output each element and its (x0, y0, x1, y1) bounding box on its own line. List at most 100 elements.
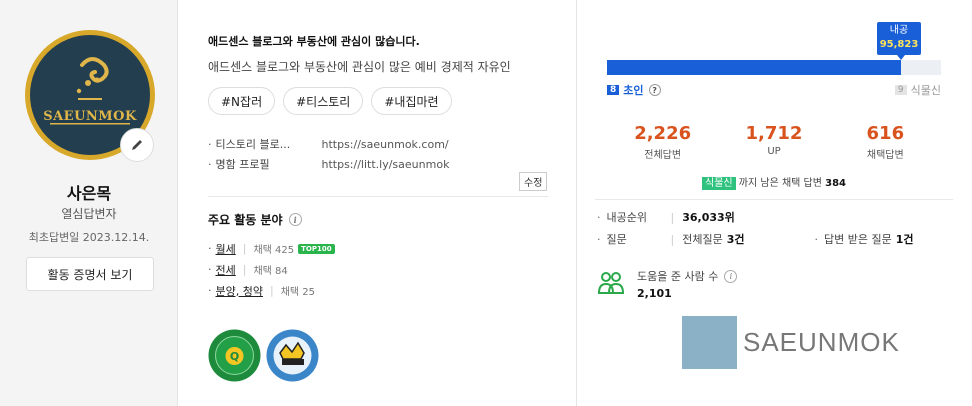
next-level-tag: 식물신 (702, 177, 736, 190)
answered-questions-value: 1건 (895, 233, 914, 246)
link-row: · 명함 프로필 https://litt.ly/saeunmok (208, 154, 449, 174)
helped-label-row: 도움을 준 사람 수 i (637, 268, 738, 284)
area-item: · 전세 | 채택 84 (208, 259, 335, 280)
bullet: · (597, 210, 601, 224)
people-icon (597, 272, 625, 294)
main-areas-title: 주요 활동 분야 i (208, 211, 302, 228)
edit-intro-button[interactable]: 수정 (519, 172, 548, 191)
bubble-label: 내공 (889, 25, 909, 36)
solutionist-badge-icon[interactable] (266, 329, 319, 382)
area-name[interactable]: 월세 (216, 241, 236, 257)
bullet: · (208, 263, 212, 276)
next-level: 9 식물신 (894, 82, 941, 98)
divider (208, 196, 548, 197)
help-icon[interactable]: ? (648, 84, 661, 96)
svg-text:Q: Q (230, 350, 239, 363)
current-level-num: 8 (607, 85, 620, 95)
intro-description: 애드센스 블로그와 부동산에 관심이 많은 예비 경제적 자유인 (208, 60, 511, 74)
bullet: · (208, 137, 212, 151)
stat-up: 1,712 UP (718, 123, 829, 161)
question-label: 질문 (606, 233, 627, 246)
helped-count: 2,101 (637, 287, 672, 300)
area-item: · 월세 | 채택 425 TOP100 (208, 238, 335, 259)
separator: | (670, 210, 675, 224)
question-row: · 질문 | 전체질문 3건 · 답변 받은 질문 1건 (597, 228, 913, 250)
bullet: · (208, 284, 212, 297)
remaining-text: 까지 남은 채택 답변 (738, 178, 822, 189)
activity-certificate-button[interactable]: 활동 증명서 보기 (26, 257, 154, 291)
watermark-logo-icon (682, 316, 737, 369)
link-row: · 티스토리 블로... https://saeunmok.com/ (208, 134, 449, 154)
current-level-name: 초인 (623, 84, 644, 97)
all-questions-label: 전체질문 (682, 233, 723, 246)
info-icon[interactable]: i (288, 213, 302, 226)
answered-questions-label: 답변 받은 질문 (823, 233, 892, 246)
tag-list: #N잡러 #티스토리 #내집마련 (208, 87, 452, 115)
bullet: · (597, 232, 601, 246)
first-answer-date: 최초답변일 2023.12.14. (28, 231, 150, 244)
pencil-icon (132, 140, 142, 150)
area-count: 채택 425 (253, 245, 295, 256)
stat-selected-answers: 616 채택답변 (830, 123, 941, 161)
helped-label: 도움을 준 사람 수 (637, 270, 719, 283)
link-label: 명함 프로필 (215, 158, 270, 171)
stat-value: 616 (866, 123, 905, 144)
current-level: 8 초인 ? (607, 82, 661, 98)
stat-list: 2,226 전체답변 1,712 UP 616 채택답변 (607, 123, 941, 161)
level-progress-fill (607, 60, 901, 75)
link-url[interactable]: https://saeunmok.com/ (322, 138, 449, 151)
helped-people: 도움을 준 사람 수 i 2,101 (597, 268, 738, 300)
separator: | (269, 284, 274, 297)
all-questions-value: 3건 (726, 233, 745, 246)
level-row: 8 초인 ? 9 식물신 (607, 82, 941, 98)
info-icon[interactable]: i (724, 269, 738, 283)
level-bubble: 내공 95,823 (877, 22, 921, 55)
profile-sidebar: SAEUNMOK 사은목 열심답변자 최초답변일 2023.12.14. 활동 … (0, 0, 178, 406)
intro-panel: 애드센스 블로그와 부동산에 관심이 많습니다. 애드센스 블로그와 부동산에 … (178, 0, 577, 406)
separator: | (242, 263, 247, 276)
link-url[interactable]: https://litt.ly/saeunmok (322, 158, 450, 171)
rank-row: · 내공순위 | 36,033위 (597, 206, 913, 228)
main-areas-label: 주요 활동 분야 (208, 213, 283, 227)
stat-label: 채택답변 (866, 150, 904, 161)
edit-profile-button[interactable] (120, 128, 154, 162)
top100-badge: TOP100 (298, 243, 335, 254)
next-level-num: 9 (894, 85, 907, 95)
link-label: 티스토리 블로... (215, 138, 291, 151)
divider (595, 199, 953, 200)
rank-label: 내공순위 (606, 211, 647, 224)
tag-chip[interactable]: #N잡러 (208, 87, 276, 115)
stat-value: 1,712 (745, 123, 803, 144)
watermark: SAEUNMOK (682, 316, 900, 369)
link-list: · 티스토리 블로... https://saeunmok.com/ · 명함 … (208, 134, 449, 174)
bullet: · (814, 232, 818, 246)
stat-label: UP (767, 146, 781, 157)
badge-list: Q (208, 329, 319, 382)
profile-name: 사은목 (66, 184, 112, 203)
area-count: 채택 25 (280, 287, 316, 298)
bullet: · (208, 242, 212, 255)
avatar-logo-text: SAEUNMOK (43, 109, 137, 124)
helped-text: 도움을 준 사람 수 i 2,101 (637, 268, 738, 300)
anniversary-badge-icon[interactable]: Q (208, 329, 261, 382)
stat-total-answers: 2,226 전체답변 (607, 123, 718, 161)
stat-value: 2,226 (634, 123, 692, 144)
bubble-value: 95,823 (879, 39, 919, 50)
area-name[interactable]: 분양, 청약 (216, 283, 263, 299)
next-level-name: 식물신 (910, 84, 941, 97)
area-item: · 분양, 청약 | 채택 25 (208, 280, 335, 301)
bullet: · (208, 157, 212, 171)
intro-title: 애드센스 블로그와 부동산에 관심이 많습니다. (208, 35, 420, 48)
tag-chip[interactable]: #내집마련 (371, 87, 452, 115)
remaining-count: 384 (825, 178, 846, 189)
tag-chip[interactable]: #티스토리 (283, 87, 364, 115)
rank-value: 36,033위 (682, 211, 735, 224)
watermark-text: SAEUNMOK (743, 327, 900, 357)
area-list: · 월세 | 채택 425 TOP100 · 전세 | 채택 84 · 분양, … (208, 238, 335, 301)
rank-info: · 내공순위 | 36,033위 · 질문 | 전체질문 3건 · 답변 받은 … (597, 206, 913, 250)
separator: | (670, 232, 675, 246)
stats-panel: 내공 95,823 8 초인 ? 9 식물신 2,226 전체답변 1,712 … (577, 0, 972, 406)
area-name[interactable]: 전세 (216, 262, 236, 278)
remaining-answers: 식물신 까지 남은 채택 답변 384 (607, 174, 941, 190)
stat-label: 전체답변 (644, 150, 682, 161)
